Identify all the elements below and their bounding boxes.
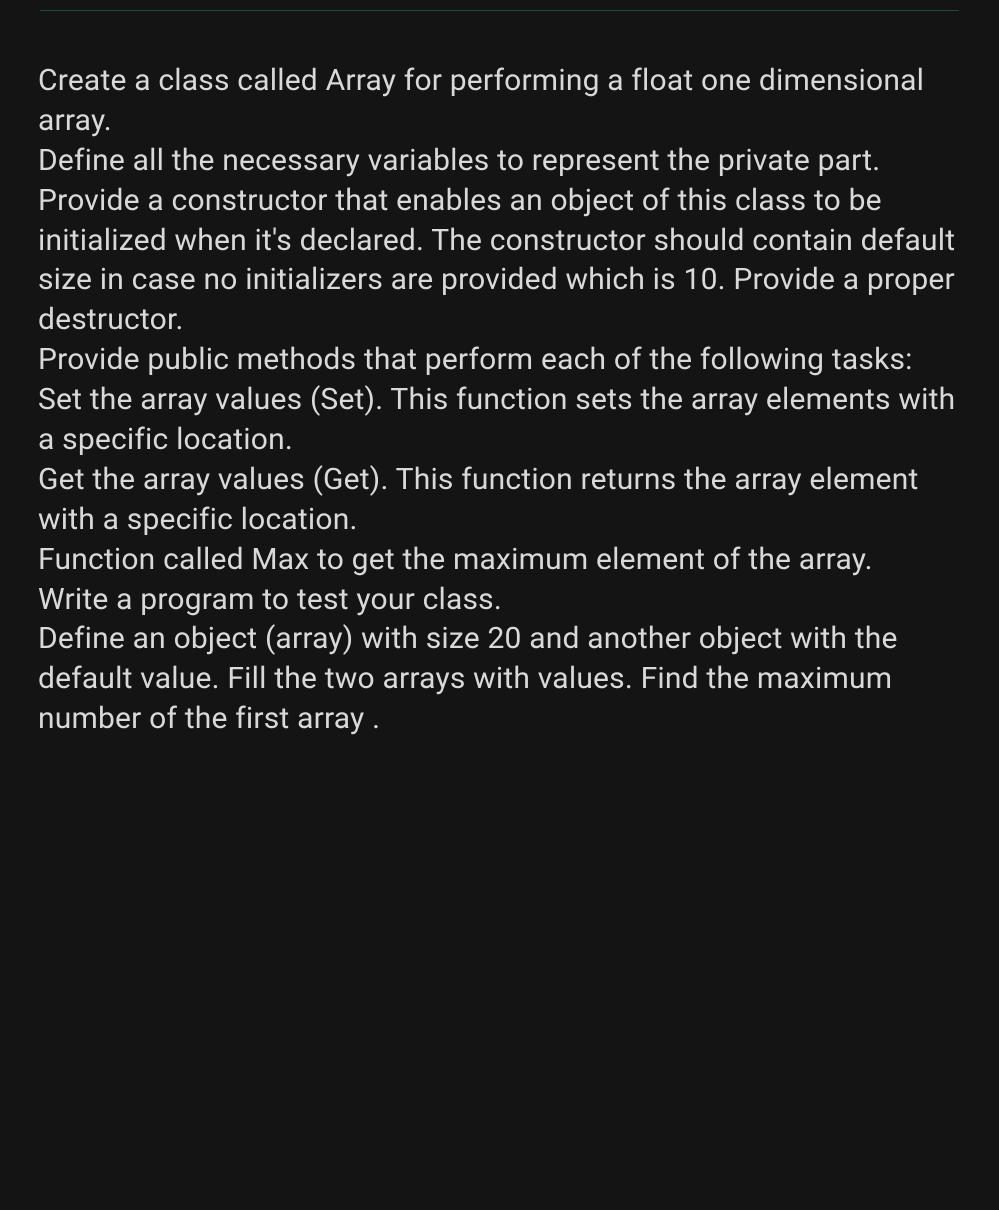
- paragraph-3: Provide public methods that perform each…: [38, 340, 961, 380]
- paragraph-8: Define an object (array) with size 20 an…: [38, 619, 961, 739]
- paragraph-2: Define all the necessary variables to re…: [38, 141, 961, 340]
- paragraph-5: Get the array values (Get). This functio…: [38, 460, 961, 540]
- paragraph-6: Function called Max to get the maximum e…: [38, 540, 961, 580]
- paragraph-7: Write a program to test your class.: [38, 580, 961, 620]
- document-content: Create a class called Array for performi…: [0, 11, 999, 739]
- paragraph-4: Set the array values (Set). This functio…: [38, 380, 961, 460]
- paragraph-1: Create a class called Array for performi…: [38, 61, 961, 141]
